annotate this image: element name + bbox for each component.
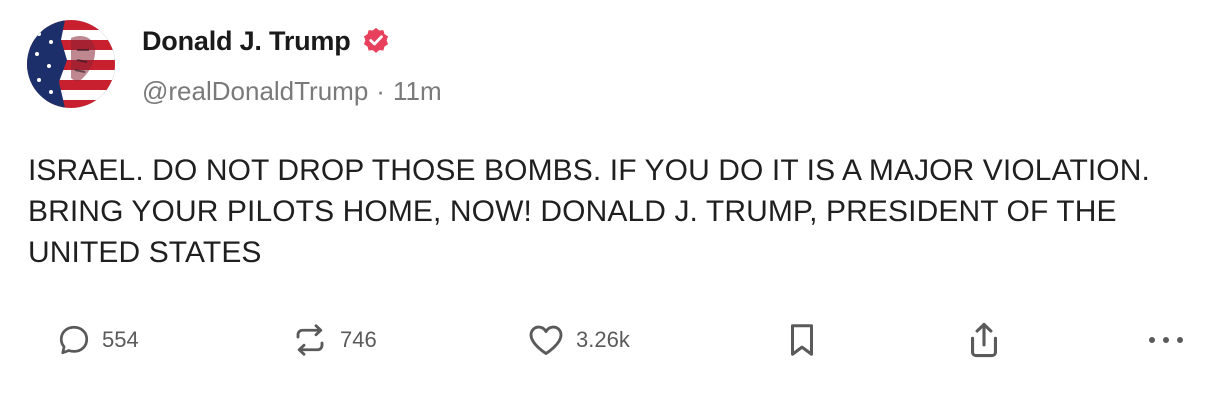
avatar-image xyxy=(27,20,115,108)
bookmark-icon xyxy=(786,321,818,359)
post-card: Donald J. Trump @realDonaldTrump · 11m I… xyxy=(0,0,1232,400)
repost-count: 746 xyxy=(340,327,377,352)
reply-count: 554 xyxy=(102,327,139,352)
verified-badge-icon xyxy=(361,26,391,56)
like-count: 3.26k xyxy=(576,327,630,352)
more-icon xyxy=(1146,330,1186,350)
share-icon xyxy=(966,320,1002,360)
reply-button[interactable]: 554 xyxy=(56,312,139,368)
share-button[interactable] xyxy=(966,312,1002,368)
comment-icon xyxy=(56,322,92,358)
more-options-button[interactable] xyxy=(1146,312,1186,368)
post-timestamp[interactable]: 11m xyxy=(393,76,442,107)
bookmark-button[interactable] xyxy=(786,312,818,368)
repost-icon xyxy=(290,322,330,358)
repost-button[interactable]: 746 xyxy=(290,312,377,368)
post-text: ISRAEL. DO NOT DROP THOSE BOMBS. IF YOU … xyxy=(28,154,1150,269)
avatar[interactable] xyxy=(27,20,115,108)
like-button[interactable]: 3.26k xyxy=(526,312,630,368)
author-display-name[interactable]: Donald J. Trump xyxy=(142,26,351,57)
author-name-row: Donald J. Trump xyxy=(142,22,391,60)
heart-icon xyxy=(526,322,566,358)
author-meta-row: @realDonaldTrump · 11m xyxy=(142,72,442,110)
meta-separator: · xyxy=(376,75,385,106)
action-bar: 554 746 3.26k xyxy=(0,312,1232,368)
author-handle[interactable]: @realDonaldTrump xyxy=(142,76,368,107)
